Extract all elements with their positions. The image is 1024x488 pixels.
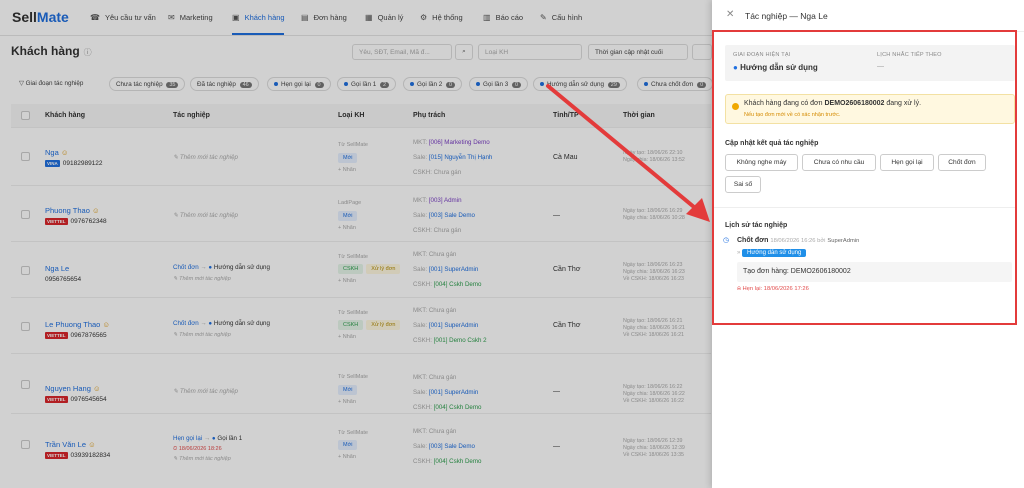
annotation-arrow <box>546 84 710 222</box>
